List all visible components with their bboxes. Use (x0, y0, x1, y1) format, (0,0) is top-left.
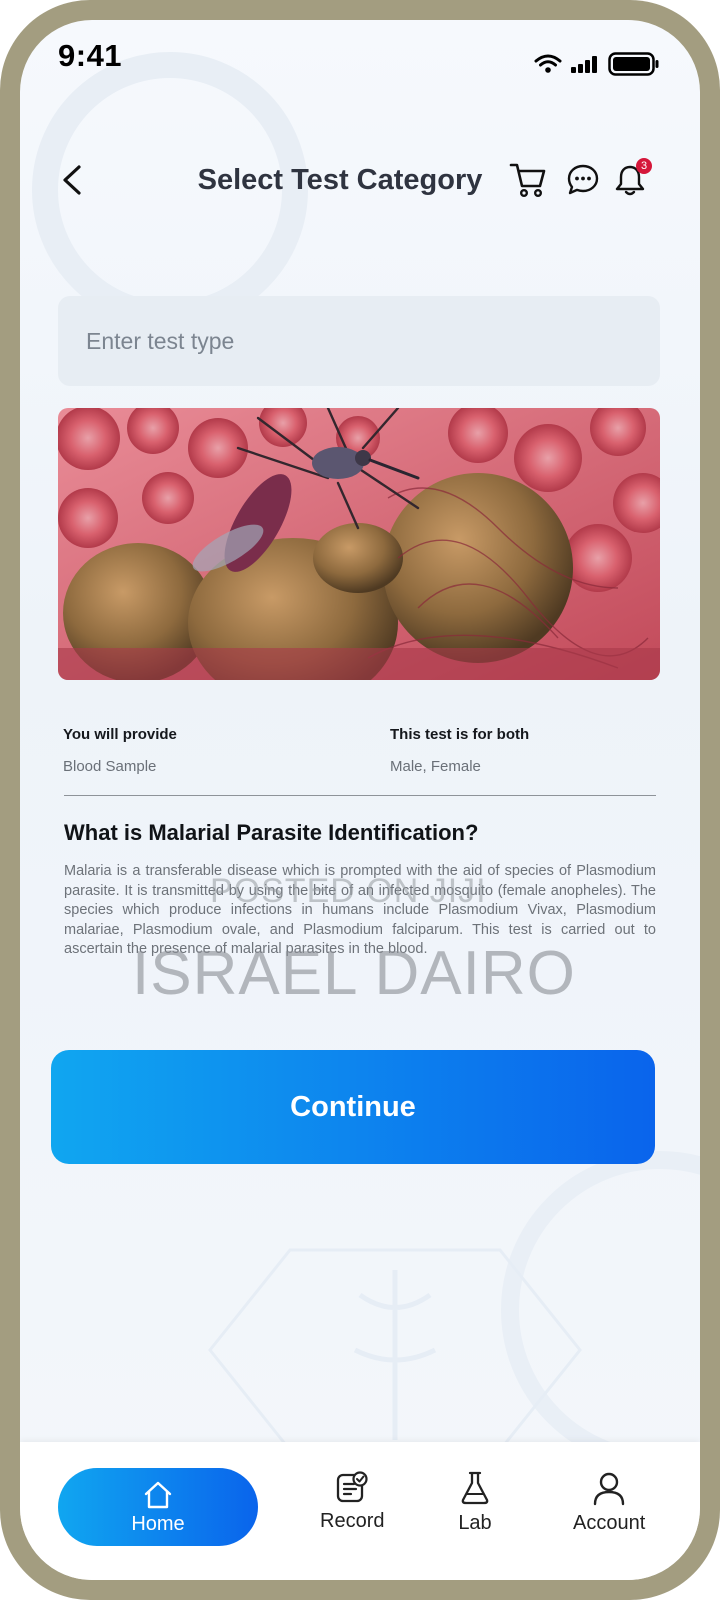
cart-button[interactable] (506, 158, 550, 202)
device-frame: 9:41 Select Test Category 3 Enter test t… (0, 0, 720, 1600)
search-field[interactable] (58, 296, 660, 386)
cart-icon (509, 163, 546, 198)
app-screen: 9:41 Select Test Category 3 Enter test t… (20, 20, 700, 1580)
test-type-input[interactable] (86, 327, 660, 355)
wifi-icon (534, 54, 562, 73)
status-time: 9:41 (58, 38, 123, 73)
nav-label-home: Home (131, 1512, 185, 1535)
signal-icon (571, 56, 597, 73)
nav-item-record[interactable]: Record (320, 1470, 384, 1533)
watermark-line-2: ISRAEL DAIRO (132, 939, 576, 1008)
nav-label-account: Account (573, 1512, 646, 1534)
nav-item-account[interactable]: Account (573, 1470, 645, 1535)
nav-item-home[interactable]: Home (58, 1468, 258, 1546)
section-title: What is Malarial Parasite Identification… (64, 820, 479, 845)
notification-badge: 3 (636, 158, 652, 174)
chat-icon (567, 164, 599, 195)
page-title: Select Test Category (197, 164, 483, 196)
user-icon (593, 1472, 625, 1506)
provide-label: You will provide (63, 726, 177, 743)
home-icon (144, 1481, 172, 1508)
notifications-button[interactable]: 3 (608, 158, 652, 202)
malaria-illustration (58, 408, 660, 680)
background-decoration (32, 52, 700, 1469)
back-button[interactable] (52, 160, 92, 200)
record-icon (337, 1471, 368, 1503)
divider (64, 795, 656, 796)
watermark-line-1: POSTED ON JIJI (210, 872, 487, 910)
nav-label-lab: Lab (458, 1512, 492, 1534)
mosquito-parasite-image (58, 408, 660, 680)
chevron-left-icon (63, 165, 81, 195)
provide-value: Blood Sample (63, 758, 157, 775)
gender-label: This test is for both (390, 726, 530, 743)
status-icons (534, 52, 660, 76)
nav-label-record: Record (320, 1510, 385, 1532)
chat-button[interactable] (561, 158, 605, 202)
continue-button[interactable]: Continue (51, 1050, 655, 1164)
nav-item-lab[interactable]: Lab (458, 1470, 492, 1535)
flask-icon (461, 1471, 489, 1505)
gender-value: Male, Female (390, 758, 481, 775)
battery-icon (608, 52, 659, 76)
bottom-nav: Home Record Lab Account (20, 1442, 700, 1580)
